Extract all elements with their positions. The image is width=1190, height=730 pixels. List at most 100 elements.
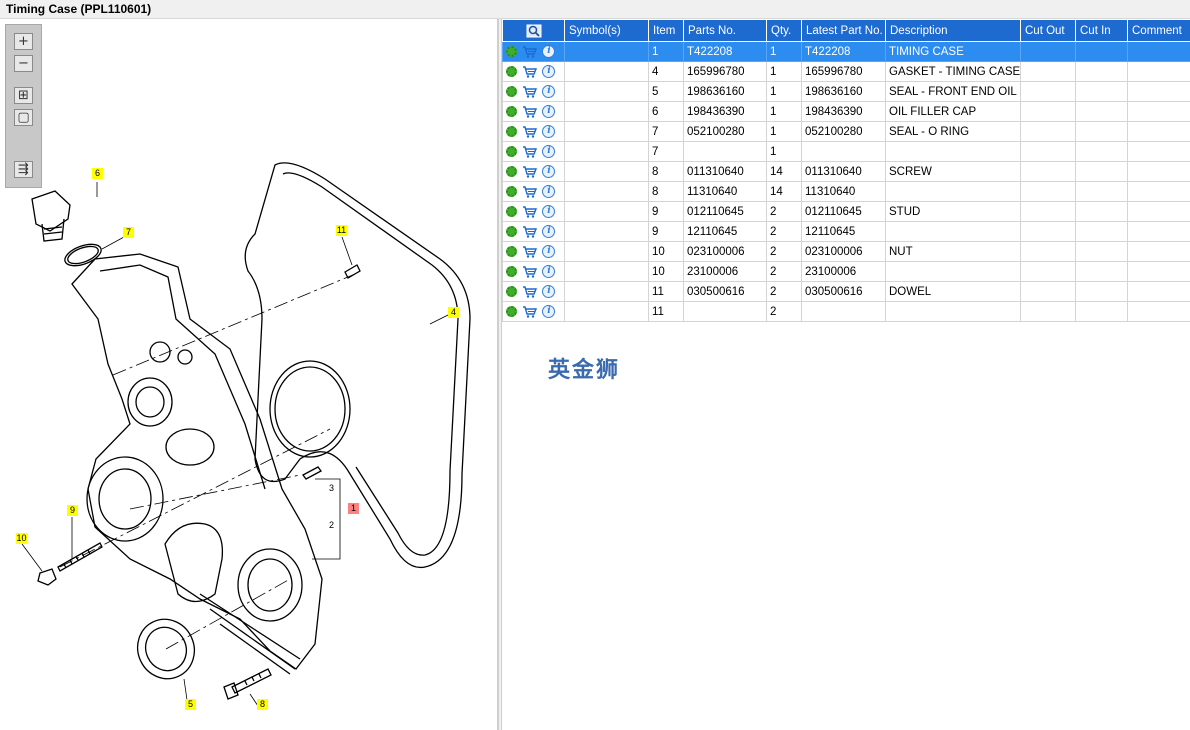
info-icon[interactable]: i	[542, 165, 556, 178]
gear-icon[interactable]	[506, 286, 517, 297]
gear-icon[interactable]	[506, 146, 517, 157]
row-actions-cell: i	[502, 81, 565, 102]
callout-1[interactable]: 1	[348, 503, 359, 514]
gear-icon[interactable]	[506, 166, 517, 177]
cart-icon[interactable]	[522, 225, 538, 238]
cart-icon[interactable]	[522, 245, 538, 258]
cart-icon[interactable]	[522, 125, 538, 138]
callout-7[interactable]: 7	[123, 227, 134, 238]
table-row[interactable]: i 9 012110645 2 012110645 STUD	[502, 201, 1190, 222]
cell-comment	[1127, 161, 1190, 182]
cell-latest-part-no: 165996780	[801, 61, 886, 82]
fit-window-button[interactable]: ▢	[14, 109, 33, 126]
callout-4[interactable]: 4	[448, 307, 459, 318]
cart-icon[interactable]	[522, 105, 538, 118]
table-row[interactable]: i 4 165996780 1 165996780 GASKET - TIMIN…	[502, 61, 1190, 82]
header-search-cell[interactable]	[502, 19, 565, 42]
gear-icon[interactable]	[506, 46, 517, 57]
header-item[interactable]: Item	[648, 19, 684, 42]
info-icon[interactable]: i	[542, 45, 556, 58]
cell-cut-out	[1020, 101, 1076, 122]
cell-latest-part-no: 023100006	[801, 241, 886, 262]
header-comment[interactable]: Comment	[1127, 19, 1190, 42]
info-icon[interactable]: i	[542, 85, 556, 98]
callout-11[interactable]: 11	[336, 225, 347, 236]
cell-qty: 1	[766, 121, 802, 142]
header-cut-in[interactable]: Cut In	[1075, 19, 1128, 42]
table-row[interactable]: i 7 1	[502, 141, 1190, 162]
callout-6[interactable]: 6	[92, 168, 103, 179]
row-actions-cell: i	[502, 41, 565, 62]
gear-icon[interactable]	[506, 266, 517, 277]
info-icon[interactable]: i	[542, 65, 556, 78]
row-actions-cell: i	[502, 241, 565, 262]
search-list-icon[interactable]	[526, 24, 542, 38]
table-row[interactable]: i 9 12110645 2 12110645	[502, 221, 1190, 242]
info-icon[interactable]: i	[542, 305, 556, 318]
cart-icon[interactable]	[522, 85, 538, 98]
table-row[interactable]: i 6 198436390 1 198436390 OIL FILLER CAP	[502, 101, 1190, 122]
header-symbols[interactable]: Symbol(s)	[564, 19, 649, 42]
table-row[interactable]: i 10 023100006 2 023100006 NUT	[502, 241, 1190, 262]
info-icon[interactable]: i	[542, 105, 556, 118]
cart-icon[interactable]	[522, 165, 538, 178]
cell-qty: 1	[766, 61, 802, 82]
header-description[interactable]: Description	[885, 19, 1021, 42]
info-icon[interactable]: i	[542, 205, 556, 218]
table-row[interactable]: i 11 2	[502, 301, 1190, 322]
table-row[interactable]: i 8 011310640 14 011310640 SCREW	[502, 161, 1190, 182]
header-qty[interactable]: Qty.	[766, 19, 802, 42]
cell-cut-out	[1020, 201, 1076, 222]
header-cut-out[interactable]: Cut Out	[1020, 19, 1076, 42]
info-icon[interactable]: i	[542, 125, 556, 138]
info-icon[interactable]: i	[542, 145, 556, 158]
table-row[interactable]: i 8 11310640 14 11310640	[502, 181, 1190, 202]
cell-parts-no: 198636160	[683, 81, 767, 102]
gear-icon[interactable]	[506, 306, 517, 317]
callout-10[interactable]: 10	[16, 533, 27, 544]
callout-9[interactable]: 9	[67, 505, 78, 516]
cart-icon[interactable]	[522, 305, 538, 318]
cell-comment	[1127, 141, 1190, 162]
gear-icon[interactable]	[506, 206, 517, 217]
table-row[interactable]: i 5 198636160 1 198636160 SEAL - FRONT E…	[502, 81, 1190, 102]
cell-cut-out	[1020, 121, 1076, 142]
gear-icon[interactable]	[506, 226, 517, 237]
zoom-in-button[interactable]: +	[14, 33, 33, 50]
cell-symbols	[564, 301, 649, 322]
info-icon[interactable]: i	[542, 285, 556, 298]
info-icon[interactable]: i	[542, 245, 556, 258]
header-latest-part-no[interactable]: Latest Part No.	[801, 19, 886, 42]
layout-toggle-button[interactable]: ⇶	[14, 161, 33, 178]
table-row[interactable]: i 1 T422208 1 T422208 TIMING CASE	[502, 41, 1190, 62]
gear-icon[interactable]	[506, 246, 517, 257]
table-row[interactable]: i 10 23100006 2 23100006	[502, 261, 1190, 282]
table-row[interactable]: i 11 030500616 2 030500616 DOWEL	[502, 281, 1190, 302]
cell-description: GASKET - TIMING CASE	[885, 61, 1021, 82]
cart-icon[interactable]	[522, 265, 538, 278]
cart-icon[interactable]	[522, 205, 538, 218]
gear-icon[interactable]	[506, 86, 517, 97]
table-row[interactable]: i 7 052100280 1 052100280 SEAL - O RING	[502, 121, 1190, 142]
cart-icon[interactable]	[522, 185, 538, 198]
exploded-parts-diagram[interactable]	[0, 19, 498, 730]
info-icon[interactable]: i	[542, 225, 556, 238]
header-parts-no[interactable]: Parts No.	[683, 19, 767, 42]
cart-icon[interactable]	[522, 145, 538, 158]
diagram-pane[interactable]: 6 7 11 4 1 3 2 9 10 5 8 + − ⊞ ▢ ⇶	[0, 19, 498, 730]
info-icon[interactable]: i	[542, 265, 556, 278]
info-icon[interactable]: i	[542, 185, 556, 198]
gear-icon[interactable]	[506, 66, 517, 77]
gear-icon[interactable]	[506, 126, 517, 137]
callout-5[interactable]: 5	[185, 699, 196, 710]
fit-all-button[interactable]: ⊞	[14, 87, 33, 104]
gear-icon[interactable]	[506, 186, 517, 197]
row-actions-cell: i	[502, 281, 565, 302]
gear-icon[interactable]	[506, 106, 517, 117]
row-actions-cell: i	[502, 221, 565, 242]
cart-icon[interactable]	[522, 65, 538, 78]
cart-icon[interactable]	[522, 45, 538, 58]
callout-8[interactable]: 8	[257, 699, 268, 710]
zoom-out-button[interactable]: −	[14, 55, 33, 72]
cart-icon[interactable]	[522, 285, 538, 298]
